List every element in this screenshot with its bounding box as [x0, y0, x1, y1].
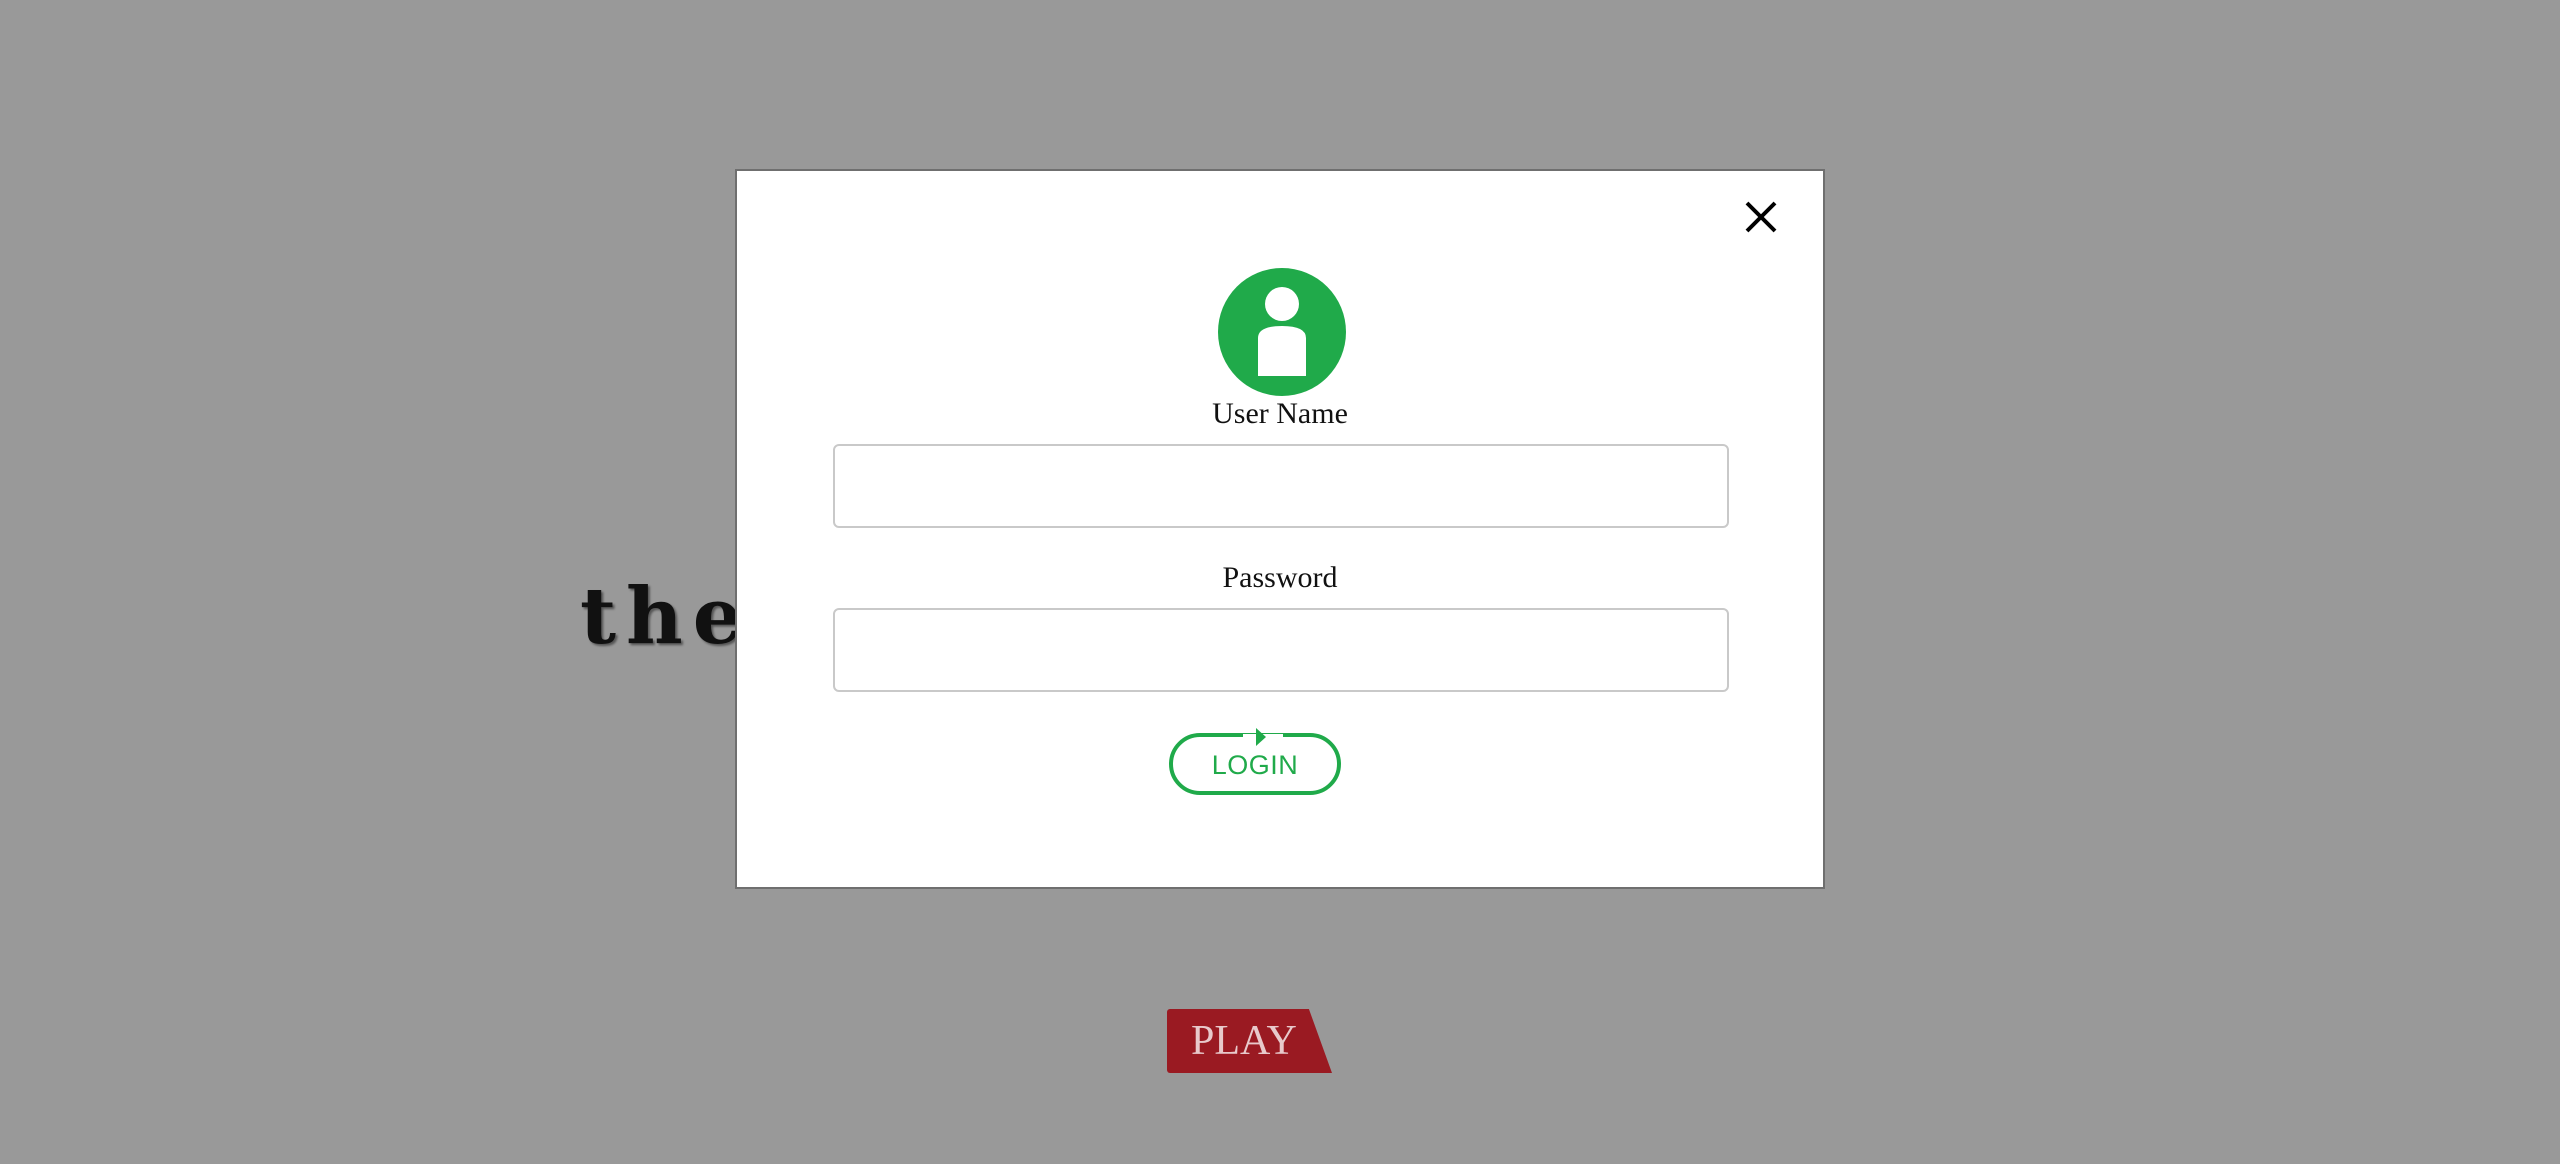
password-input[interactable]	[833, 608, 1729, 692]
password-label: Password	[1222, 561, 1338, 594]
login-button[interactable]: LOGIN	[1169, 728, 1341, 795]
arrow-right-icon	[1243, 725, 1283, 749]
avatar	[1218, 268, 1346, 396]
user-icon	[1258, 287, 1306, 376]
close-icon	[1745, 201, 1777, 233]
username-label: User Name	[1212, 397, 1348, 430]
login-modal: User Name Password LOGIN	[735, 169, 1825, 889]
username-input[interactable]	[833, 444, 1729, 528]
play-button[interactable]: PLAY	[1167, 1009, 1332, 1073]
backdrop-title: the	[580, 571, 753, 662]
close-button[interactable]	[1739, 195, 1783, 239]
